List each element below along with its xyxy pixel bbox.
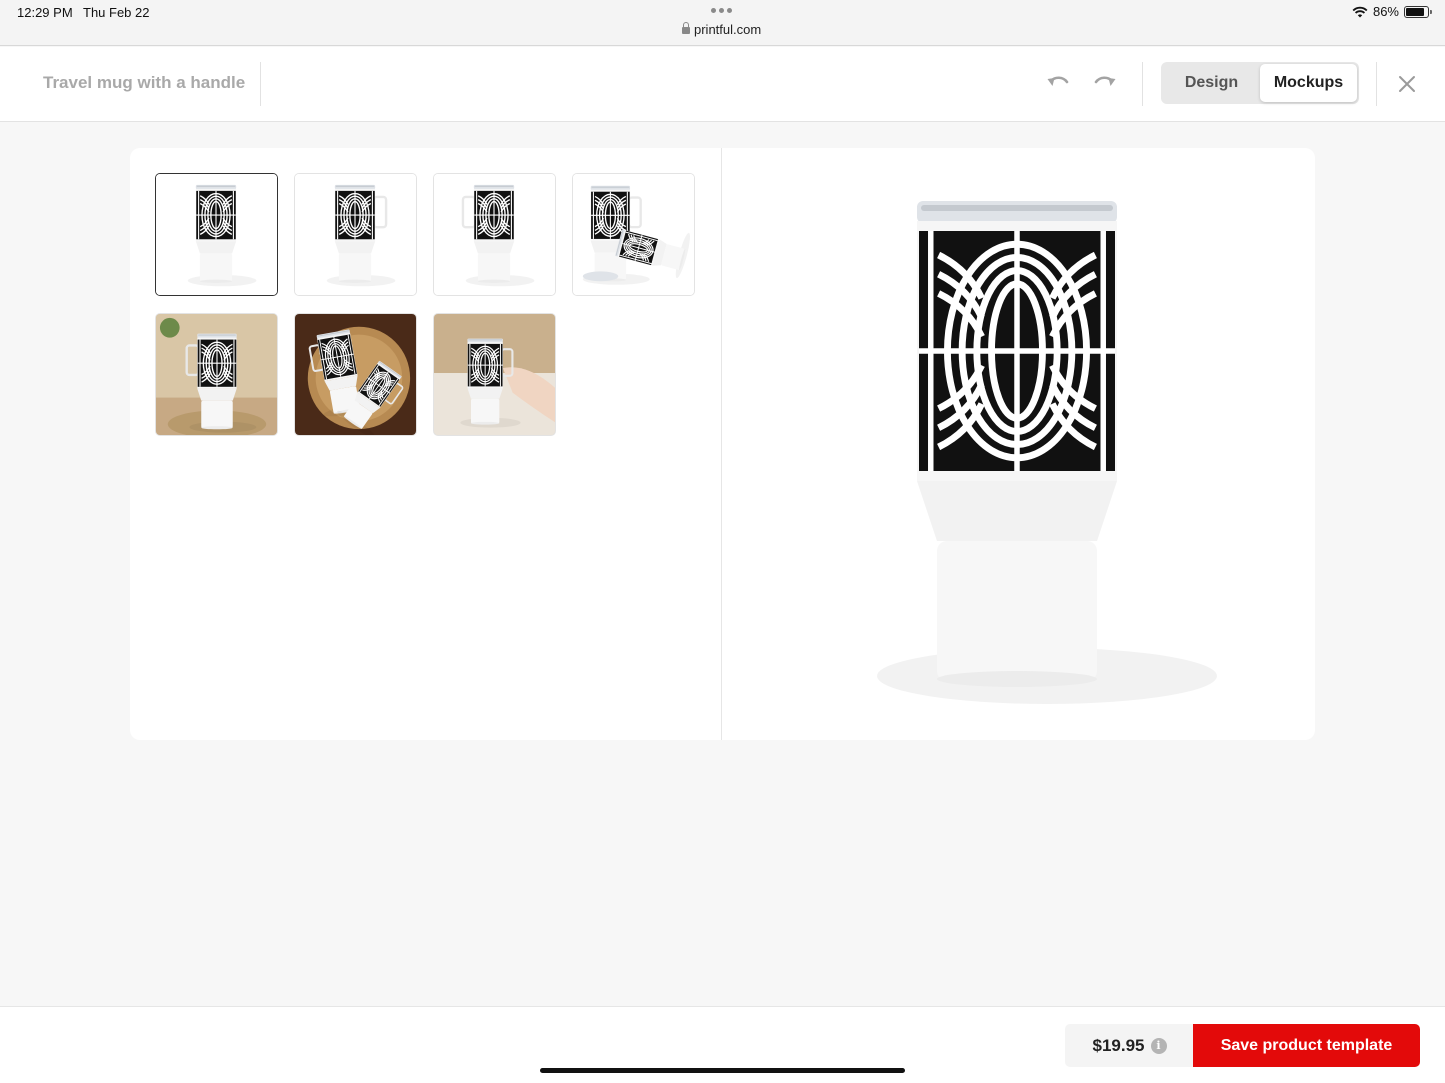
battery-percent: 86% [1372, 4, 1399, 19]
price-box: $19.95 i [1065, 1024, 1194, 1067]
status-time: 12:29 PM [17, 5, 73, 20]
undo-icon[interactable] [1044, 71, 1072, 95]
more-dots-icon[interactable] [711, 8, 732, 13]
mug-left-view-image [434, 174, 555, 295]
info-icon[interactable]: i [1150, 1037, 1167, 1054]
mockup-panel [130, 148, 1315, 740]
wifi-icon [1352, 6, 1368, 17]
status-date: Thu Feb 22 [83, 5, 150, 20]
mug-front-view-image [156, 174, 277, 295]
battery-icon [1404, 5, 1432, 18]
mockup-thumbnail-mug-left-view[interactable] [433, 173, 556, 296]
url-text: printful.com [694, 22, 762, 37]
mug-with-lid-off-image [573, 174, 694, 295]
mockup-thumbnail-mug-front-view[interactable] [155, 173, 278, 296]
mockup-thumbnail-mug-kitchen-lifestyle[interactable] [155, 313, 278, 436]
editor-header: Travel mug with a handle Design Mockups [0, 47, 1445, 122]
save-product-template-button[interactable]: Save product template [1193, 1024, 1420, 1067]
mockup-preview-image [877, 201, 1217, 704]
divider [1376, 62, 1377, 106]
mockup-thumbnail-mug-in-hand[interactable] [433, 313, 556, 436]
home-indicator [540, 1068, 905, 1073]
address-bar[interactable]: printful.com [682, 22, 761, 37]
divider [260, 62, 261, 106]
mockup-preview-pane [722, 148, 1315, 740]
redo-icon[interactable] [1091, 71, 1119, 95]
mug-kitchen-lifestyle-image [156, 314, 277, 435]
divider [1142, 62, 1143, 106]
mug-right-view-image [295, 174, 416, 295]
mockup-thumbnail-grid [155, 173, 721, 436]
product-price: $19.95 [1092, 1035, 1145, 1055]
view-toggle: Design Mockups [1161, 62, 1359, 104]
mockup-thumbnail-mug-with-lid-off[interactable] [572, 173, 695, 296]
lock-icon [682, 22, 690, 35]
mockup-thumbnails-pane [130, 148, 722, 740]
tab-mockups[interactable]: Mockups [1260, 64, 1357, 102]
status-bar: 12:29 PM Thu Feb 22 printful.com 86% [0, 0, 1445, 46]
tab-design[interactable]: Design [1163, 64, 1260, 102]
mockup-thumbnail-mug-right-view[interactable] [294, 173, 417, 296]
product-title: Travel mug with a handle [43, 73, 246, 92]
mockup-thumbnail-mug-tray-flatlay[interactable] [294, 313, 417, 436]
mug-in-hand-image [434, 314, 555, 435]
mug-tray-flatlay-image [295, 314, 416, 435]
close-icon[interactable] [1395, 72, 1419, 96]
